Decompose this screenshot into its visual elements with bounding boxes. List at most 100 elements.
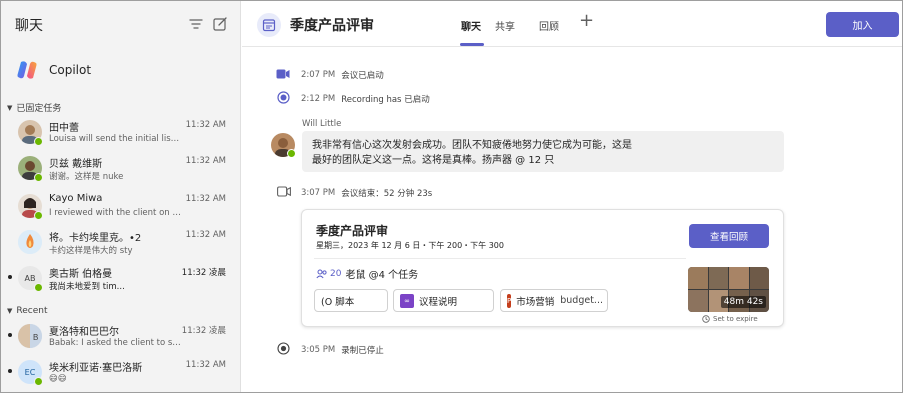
people-icon bbox=[316, 269, 327, 278]
meeting-header: 季度产品评审 聊天 共享 回顾 + 加入 bbox=[242, 1, 902, 47]
presence-badge bbox=[34, 137, 43, 146]
join-button[interactable]: 加入 bbox=[826, 12, 899, 37]
chat-name: 贝兹 戴维斯 bbox=[49, 159, 103, 170]
clock-icon bbox=[702, 315, 710, 323]
expiration-note: Set to expire bbox=[702, 315, 758, 323]
chat-name: 田中蕾 bbox=[49, 123, 79, 134]
avatar bbox=[18, 230, 42, 254]
avatar: B bbox=[18, 324, 42, 348]
event-recording-started: 2:12 PM Recording has 已启动 bbox=[301, 93, 430, 105]
svg-text:B: B bbox=[33, 333, 38, 342]
chat-time: 11:32 AM bbox=[185, 230, 226, 240]
chat-preview: I reviewed with the client on Th... bbox=[49, 208, 182, 218]
event-time: 2:07 PM bbox=[301, 70, 336, 80]
presence-badge bbox=[287, 149, 296, 158]
event-time: 3:07 PM bbox=[301, 188, 336, 198]
meeting-icon-wrap bbox=[257, 13, 281, 37]
expire-text: Set to expire bbox=[713, 315, 758, 323]
copilot-icon bbox=[17, 61, 37, 79]
copilot-label: Copilot bbox=[49, 63, 92, 77]
new-chat-icon[interactable] bbox=[212, 16, 228, 32]
chat-name: 将。卡约埃里克。•2 bbox=[49, 233, 142, 244]
tab-recap[interactable]: 回顾 bbox=[539, 18, 559, 33]
active-tab-indicator bbox=[460, 43, 484, 46]
presence-badge bbox=[34, 283, 43, 292]
chat-sidebar: 聊天 Copilot ▼ 已固定任务 田中蕾 Louisa will send … bbox=[1, 1, 241, 392]
chat-item[interactable]: 贝兹 戴维斯 谢谢。这样是 nuke 11:32 AM bbox=[1, 153, 240, 187]
message-bubble: 我非常有信心这次发射会成功。团队不知疲倦地努力使它成为可能，这是 最好的团队定义… bbox=[302, 131, 784, 172]
view-recap-button[interactable]: 查看回顾 bbox=[689, 224, 769, 248]
event-text: 会议已启动 bbox=[341, 71, 384, 81]
recording-duration: 48m 42s bbox=[720, 296, 766, 308]
file-label: 市场营销 bbox=[516, 296, 555, 308]
chevron-down-icon: ▼ bbox=[7, 103, 13, 112]
chat-name: Kayo Miwa bbox=[49, 193, 103, 204]
tab-shared[interactable]: 共享 bbox=[495, 18, 515, 33]
chat-time: 11:32 AM bbox=[185, 194, 226, 204]
loop-icon: ∞ bbox=[400, 293, 414, 308]
card-meta: 20 老鼠 @4 个任务 bbox=[316, 266, 418, 281]
tab-chat[interactable]: 聊天 bbox=[461, 18, 481, 33]
powerpoint-icon: P bbox=[507, 293, 512, 308]
filter-icon[interactable] bbox=[188, 16, 204, 32]
message-text: 我非常有信心这次发射会成功。团队不知疲倦地努力使它成为可能，这是 bbox=[312, 140, 632, 151]
chat-item[interactable]: B 夏洛特和巴巴尔 Babak: I asked the client to s… bbox=[1, 321, 240, 355]
unread-dot bbox=[8, 275, 12, 279]
chat-time: 11:32 AM bbox=[185, 120, 226, 130]
event-time: 3:05 PM bbox=[301, 345, 336, 355]
chat-time: 11:32 AM bbox=[185, 360, 226, 370]
file-chip-marketing[interactable]: P 市场营销 budget... bbox=[500, 289, 608, 312]
recent-section-header[interactable]: ▼ Recent bbox=[7, 306, 48, 316]
chevron-down-icon: ▼ bbox=[7, 307, 13, 315]
chat-preview: Louisa will send the initial list of... bbox=[49, 134, 182, 144]
chat-preview: 😄😄 bbox=[49, 374, 67, 384]
recording-thumbnail[interactable]: 48m 42s bbox=[688, 267, 769, 312]
unread-dot bbox=[8, 333, 12, 337]
chat-preview: 我尚未地爱到 tim... bbox=[49, 282, 125, 292]
meta-text: 老鼠 @4 个任务 bbox=[345, 270, 419, 281]
chat-time: 11:32 凌晨 bbox=[181, 268, 226, 278]
chat-name: 奥古斯 伯格曼 bbox=[49, 269, 113, 280]
event-meeting-ended: 3:07 PM 会议结束：52 分钟 23s bbox=[301, 187, 432, 199]
presence-badge bbox=[34, 377, 43, 386]
file-label: (O 脚本 bbox=[321, 296, 355, 308]
chat-preview: Babak: I asked the client to send... bbox=[49, 338, 182, 348]
chat-name: 夏洛特和巴巴尔 bbox=[49, 327, 119, 338]
message-text: 最好的团队定义这一点。这将是真棒。扬声器 @ 12 只 bbox=[312, 155, 555, 166]
chat-item[interactable]: Kayo Miwa I reviewed with the client on … bbox=[1, 191, 240, 225]
sidebar-title: 聊天 bbox=[15, 18, 43, 34]
file-chip-agenda[interactable]: ∞ 议程说明 bbox=[393, 289, 494, 312]
chat-name: 埃米利亚诺·塞巴洛斯 bbox=[49, 363, 143, 374]
video-camera-icon bbox=[277, 186, 291, 197]
event-recording-stopped: 3:05 PM 录制已停止 bbox=[301, 344, 384, 356]
event-meeting-started: 2:07 PM 会议已启动 bbox=[301, 69, 384, 81]
participant-count: 20 bbox=[330, 268, 342, 279]
page-title: 季度产品评审 bbox=[290, 18, 374, 34]
meeting-recap-card[interactable]: 季度产品评审 星期三，2023 年 12 月 6 日・下午 200・下午 300… bbox=[301, 209, 784, 327]
chat-preview: 谢谢。这样是 nuke bbox=[49, 172, 124, 182]
chat-preview: 卡约这样是伟大的 sty bbox=[49, 246, 133, 256]
message-sender: Will Little bbox=[302, 119, 342, 129]
section-label: Recent bbox=[16, 306, 48, 316]
video-camera-icon bbox=[276, 69, 290, 79]
recording-stopped-icon bbox=[277, 342, 290, 355]
pinned-section-header[interactable]: ▼ 已固定任务 bbox=[7, 101, 61, 115]
event-time: 2:12 PM bbox=[301, 94, 336, 104]
chat-item[interactable]: 田中蕾 Louisa will send the initial list of… bbox=[1, 117, 240, 151]
chat-item[interactable]: EC 埃米利亚诺·塞巴洛斯 😄😄 11:32 AM bbox=[1, 357, 240, 391]
event-text: Recording has 已启动 bbox=[341, 95, 430, 105]
presence-badge bbox=[34, 211, 43, 220]
chat-time: 11:32 AM bbox=[185, 156, 226, 166]
add-tab-icon[interactable]: + bbox=[579, 12, 594, 30]
card-subtitle: 星期三，2023 年 12 月 6 日・下午 200・下午 300 bbox=[316, 241, 504, 250]
copilot-item[interactable]: Copilot bbox=[15, 57, 91, 83]
app-window: 聊天 Copilot ▼ 已固定任务 田中蕾 Louisa will send … bbox=[0, 0, 903, 393]
card-title: 季度产品评审 bbox=[316, 224, 389, 238]
event-text: 录制已停止 bbox=[341, 346, 384, 356]
chat-item[interactable]: 将。卡约埃里克。•2 卡约这样是伟大的 sty 11:32 AM bbox=[1, 227, 240, 261]
file-chip-script[interactable]: (O 脚本 bbox=[314, 289, 388, 312]
sidebar-header: 聊天 bbox=[1, 1, 240, 47]
event-text: 会议结束：52 分钟 23s bbox=[341, 189, 433, 199]
unread-dot bbox=[8, 369, 12, 373]
chat-item[interactable]: AB 奥古斯 伯格曼 我尚未地爱到 tim... 11:32 凌晨 bbox=[1, 263, 240, 297]
